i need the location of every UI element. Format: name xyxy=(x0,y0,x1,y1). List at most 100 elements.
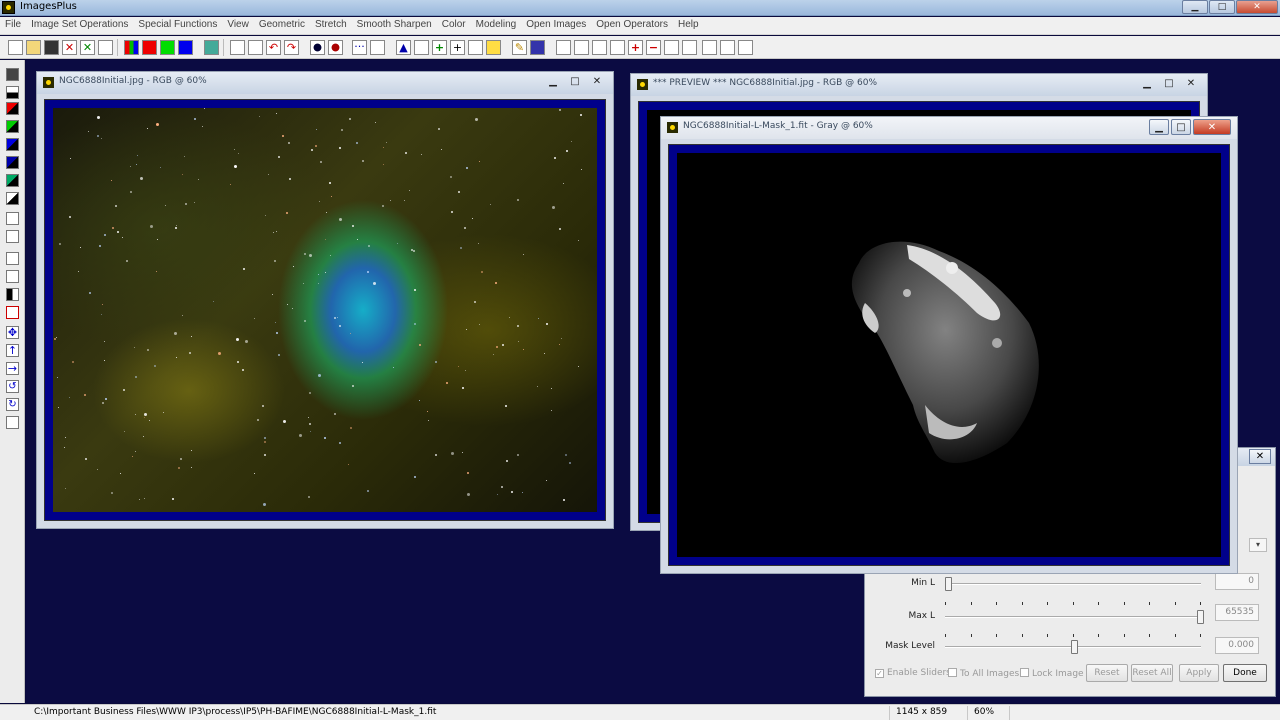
mask-image-window[interactable]: NGC6888Initial-L-Mask_1.fit - Gray @ 60%… xyxy=(660,116,1238,574)
rect-select-icon[interactable] xyxy=(6,252,19,265)
red-black-icon[interactable] xyxy=(6,102,19,115)
slider-value[interactable]: 65535 xyxy=(1215,604,1259,621)
maximize-button[interactable]: □ xyxy=(1159,76,1179,92)
matrix-icon[interactable] xyxy=(530,40,545,55)
dialog-close-button[interactable]: ✕ xyxy=(1249,449,1271,464)
open-folder-icon[interactable] xyxy=(26,40,41,55)
angle-icon[interactable] xyxy=(414,40,429,55)
undo-icon[interactable] xyxy=(230,40,245,55)
close-image-icon[interactable]: ✕ xyxy=(62,40,77,55)
dark-blue-icon[interactable] xyxy=(6,156,19,169)
zoom-tool-icon[interactable] xyxy=(6,212,19,225)
slider-thumb[interactable] xyxy=(945,577,952,591)
menu-open-operators[interactable]: Open Operators xyxy=(591,17,673,34)
slider-track[interactable] xyxy=(945,583,1201,585)
slider-track[interactable] xyxy=(945,616,1201,618)
minimize-button[interactable]: ▁ xyxy=(543,74,563,90)
rotate-right-icon[interactable]: ↻ xyxy=(6,398,19,411)
done-button[interactable]: Done xyxy=(1223,664,1267,682)
close-button[interactable]: ✕ xyxy=(587,74,607,90)
menu-color[interactable]: Color xyxy=(437,17,471,34)
minimize-button[interactable]: ▁ xyxy=(1149,119,1169,135)
new-file-icon[interactable] xyxy=(8,40,23,55)
menu-special-functions[interactable]: Special Functions xyxy=(133,17,222,34)
calculator-icon[interactable] xyxy=(468,40,483,55)
circle-select-red-icon[interactable] xyxy=(328,40,343,55)
menu-help[interactable]: Help xyxy=(673,17,704,34)
apply-button[interactable]: Apply xyxy=(1179,664,1219,682)
zoom-icon[interactable] xyxy=(556,40,571,55)
zoom-out-icon[interactable] xyxy=(592,40,607,55)
select-red-icon[interactable] xyxy=(6,306,19,319)
to-all-images-checkbox[interactable]: To All Images xyxy=(948,668,1019,679)
mask-image[interactable] xyxy=(677,153,1221,557)
zoom-minus-icon[interactable]: − xyxy=(646,40,661,55)
app-minimize-button[interactable]: ▁ xyxy=(1182,0,1208,14)
menu-smooth-sharpen[interactable]: Smooth Sharpen xyxy=(352,17,437,34)
half-icon[interactable] xyxy=(6,288,19,301)
crosshair-icon[interactable]: + xyxy=(450,40,465,55)
reset-all-button[interactable]: Reset All xyxy=(1131,664,1173,682)
menu-modeling[interactable]: Modeling xyxy=(471,17,522,34)
redo-icon[interactable] xyxy=(248,40,263,55)
pencil-icon[interactable]: ✎ xyxy=(512,40,527,55)
teal-icon[interactable] xyxy=(6,174,19,187)
blue-channel-icon[interactable] xyxy=(178,40,193,55)
maximize-button[interactable]: □ xyxy=(565,74,585,90)
menu-open-images[interactable]: Open Images xyxy=(521,17,591,34)
close-all-icon[interactable]: ✕ xyxy=(80,40,95,55)
lock-image-checkbox[interactable]: Lock Image xyxy=(1020,668,1084,679)
slider-thumb[interactable] xyxy=(1197,610,1204,624)
zoom-fit-icon[interactable] xyxy=(610,40,625,55)
app-maximize-button[interactable]: □ xyxy=(1209,0,1235,14)
rgb-channels-icon[interactable] xyxy=(124,40,139,55)
frame-3-icon[interactable] xyxy=(702,40,717,55)
red-channel-icon[interactable] xyxy=(142,40,157,55)
chart-icon[interactable] xyxy=(486,40,501,55)
zoom-in-icon[interactable] xyxy=(574,40,589,55)
move-icon[interactable]: ✥ xyxy=(6,326,19,339)
rgb-image-window[interactable]: NGC6888Initial.jpg - RGB @ 60% ▁ □ ✕ xyxy=(36,71,614,529)
menu-view[interactable]: View xyxy=(222,17,254,34)
slider-value[interactable]: 0 xyxy=(1215,573,1259,590)
right-arrow-icon[interactable]: → xyxy=(6,362,19,375)
circle-select-icon[interactable] xyxy=(310,40,325,55)
blue-black-icon[interactable] xyxy=(6,138,19,151)
save-icon[interactable] xyxy=(44,40,59,55)
minimize-button[interactable]: ▁ xyxy=(1137,76,1157,92)
close-button[interactable]: ✕ xyxy=(1181,76,1201,92)
save-tool-icon[interactable] xyxy=(6,68,19,81)
brush-icon[interactable] xyxy=(6,230,19,243)
nebula-image[interactable] xyxy=(53,108,597,512)
triangle-icon[interactable]: ▲ xyxy=(396,40,411,55)
slider-value[interactable]: 0.000 xyxy=(1215,637,1259,654)
menu-stretch[interactable]: Stretch xyxy=(310,17,352,34)
menu-image-set-operations[interactable]: Image Set Operations xyxy=(26,17,133,34)
dotted-line-icon[interactable]: ··· xyxy=(352,40,367,55)
points-icon[interactable] xyxy=(370,40,385,55)
rotate-left-icon[interactable]: ↺ xyxy=(6,380,19,393)
frame-2-icon[interactable] xyxy=(682,40,697,55)
frame-4-icon[interactable] xyxy=(720,40,735,55)
window-titlebar[interactable]: NGC6888Initial-L-Mask_1.fit - Gray @ 60%… xyxy=(661,117,1237,139)
zoom-plus-icon[interactable]: + xyxy=(628,40,643,55)
slider-thumb[interactable] xyxy=(1071,640,1078,654)
maximize-button[interactable]: □ xyxy=(1171,119,1191,135)
bars-icon[interactable] xyxy=(6,270,19,283)
close-button[interactable]: ✕ xyxy=(1193,119,1231,135)
frame-5-icon[interactable] xyxy=(738,40,753,55)
window-titlebar[interactable]: *** PREVIEW *** NGC6888Initial.jpg - RGB… xyxy=(631,74,1207,96)
green-black-icon[interactable] xyxy=(6,120,19,133)
flip-icon[interactable] xyxy=(6,416,19,429)
copy-icon[interactable] xyxy=(98,40,113,55)
enable-sliders-checkbox[interactable]: ✓ Enable Sliders xyxy=(875,668,951,678)
black-white-icon[interactable] xyxy=(6,86,19,99)
plus-green-icon[interactable]: + xyxy=(432,40,447,55)
window-titlebar[interactable]: NGC6888Initial.jpg - RGB @ 60% ▁ □ ✕ xyxy=(37,72,613,94)
menu-geometric[interactable]: Geometric xyxy=(254,17,310,34)
undo-all-icon[interactable]: ↶ xyxy=(266,40,281,55)
frame-1-icon[interactable] xyxy=(664,40,679,55)
dropdown-arrow[interactable]: ▾ xyxy=(1249,538,1267,552)
white-black-icon[interactable] xyxy=(6,192,19,205)
up-arrow-icon[interactable]: ↑ xyxy=(6,344,19,357)
